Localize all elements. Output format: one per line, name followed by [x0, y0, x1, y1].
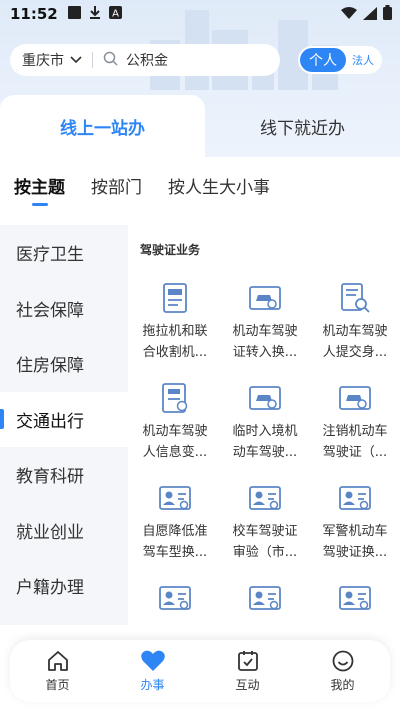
svg-text:A: A	[112, 9, 119, 20]
toggle-personal[interactable]: 个人	[300, 48, 346, 72]
nav-services-label: 办事	[140, 678, 165, 692]
nav-home[interactable]: 首页	[23, 649, 93, 693]
service-mode-tabs: 线上一站办 线下就近办	[0, 95, 400, 157]
service-label: 拖拉机和联 合收割机...	[142, 324, 208, 360]
chevron-down-icon	[70, 52, 82, 68]
sidebar-item-transport[interactable]: 交通出行	[0, 391, 128, 447]
home-icon	[47, 651, 68, 671]
nav-home-label: 首页	[45, 678, 70, 692]
search-icon	[103, 51, 118, 70]
smile-icon	[332, 650, 353, 672]
service-item[interactable]: 临时入境机 动车驾驶...	[220, 381, 310, 463]
service-item[interactable]	[310, 581, 400, 621]
sidebar-item-employment[interactable]: 就业创业	[0, 503, 128, 559]
doc-edit-icon	[158, 381, 192, 415]
doc-search-icon	[338, 281, 372, 315]
nav-services[interactable]: 办事	[118, 649, 188, 693]
category-tabs: 按主题 按部门 按人生大小事	[14, 173, 296, 206]
id-card-icon	[248, 581, 282, 615]
service-item[interactable]: 注销机动车 驾驶证（...	[310, 381, 400, 463]
a-icon: A	[108, 5, 122, 23]
id-card-icon	[248, 481, 282, 515]
service-label: 自愿降低准 驾车型换...	[142, 524, 208, 560]
tab-offline[interactable]: 线下就近办	[205, 95, 400, 157]
city-selector[interactable]: 重庆市	[22, 50, 82, 70]
bottom-nav: 首页 办事 互动 我的	[10, 640, 390, 702]
status-bar: 11:52 A	[0, 0, 400, 28]
service-item[interactable]	[220, 581, 310, 621]
divider	[92, 52, 93, 68]
heart-icon	[140, 650, 165, 671]
nav-interact[interactable]: 互动	[213, 649, 283, 693]
tab-by-department[interactable]: 按部门	[91, 173, 142, 198]
service-item[interactable]: 机动车驾驶 人提交身...	[310, 281, 400, 363]
service-item[interactable]: 校车驾驶证 审验（市...	[220, 481, 310, 563]
tab-by-theme[interactable]: 按主题	[14, 173, 65, 206]
service-label: 机动车驾驶 人提交身...	[322, 324, 388, 360]
sidebar-item-housing[interactable]: 住房保障	[0, 336, 128, 392]
car-card-icon	[338, 381, 372, 415]
id-card-icon	[338, 481, 372, 515]
service-item[interactable]: 机动车驾驶 证转入换...	[220, 281, 310, 363]
doc-card-icon	[158, 281, 192, 315]
download-icon	[89, 5, 101, 23]
main-content: 按主题 按部门 按人生大小事 医疗卫生 社会保障 住房保障 交通出行 教育科研 …	[0, 157, 400, 710]
service-label: 机动车驾驶 证转入换...	[232, 324, 298, 360]
user-type-toggle[interactable]: 个人 法人	[298, 46, 382, 74]
wifi-icon	[341, 6, 357, 24]
service-panel: 驾驶证业务 拖拉机和联 合收割机... 机动车驾驶 证转入换... 机动车驾驶 人提…	[128, 225, 400, 625]
service-item[interactable]: 军警机动车 驾驶证换...	[310, 481, 400, 563]
search-row: 重庆市 公积金 个人 法人	[10, 44, 390, 76]
signal-icon	[363, 6, 377, 24]
nav-mine-label: 我的	[330, 678, 355, 692]
battery-icon	[383, 5, 392, 24]
toggle-legal[interactable]: 法人	[352, 52, 374, 68]
service-item[interactable]: 自愿降低准 驾车型换...	[130, 481, 220, 563]
sidebar-item-medical[interactable]: 医疗卫生	[0, 225, 128, 281]
service-label: 临时入境机 动车驾驶...	[232, 424, 298, 460]
city-label: 重庆市	[22, 53, 64, 69]
service-label: 机动车驾驶 人信息变...	[142, 424, 208, 460]
status-time: 11:52	[10, 5, 58, 23]
section-title: 驾驶证业务	[137, 243, 201, 257]
nav-interact-label: 互动	[235, 678, 260, 692]
service-item[interactable]: 机动车驾驶 人信息变...	[130, 381, 220, 463]
sidebar-item-household[interactable]: 户籍办理	[0, 558, 128, 614]
id-card-icon	[158, 581, 192, 615]
search-input[interactable]: 公积金	[126, 50, 168, 70]
sidebar-item-social-security[interactable]: 社会保障	[0, 281, 128, 337]
tab-online[interactable]: 线上一站办	[0, 95, 205, 157]
service-label: 校车驾驶证 审验（市...	[232, 524, 298, 560]
category-sidebar: 医疗卫生 社会保障 住房保障 交通出行 教育科研 就业创业 户籍办理	[0, 225, 128, 625]
service-item[interactable]	[130, 581, 220, 621]
id-card-icon	[338, 581, 372, 615]
calendar-check-icon	[237, 651, 258, 671]
square-icon	[67, 5, 81, 23]
car-card-icon	[248, 381, 282, 415]
service-label: 注销机动车 驾驶证（...	[322, 424, 388, 460]
nav-mine[interactable]: 我的	[308, 649, 378, 693]
search-bar[interactable]: 重庆市 公积金	[10, 44, 280, 76]
car-card-icon	[248, 281, 282, 315]
tab-by-life-event[interactable]: 按人生大小事	[168, 173, 270, 198]
id-card-icon	[158, 481, 192, 515]
service-item[interactable]: 拖拉机和联 合收割机...	[130, 281, 220, 363]
service-label: 军警机动车 驾驶证换...	[322, 524, 388, 560]
sidebar-item-education[interactable]: 教育科研	[0, 447, 128, 503]
